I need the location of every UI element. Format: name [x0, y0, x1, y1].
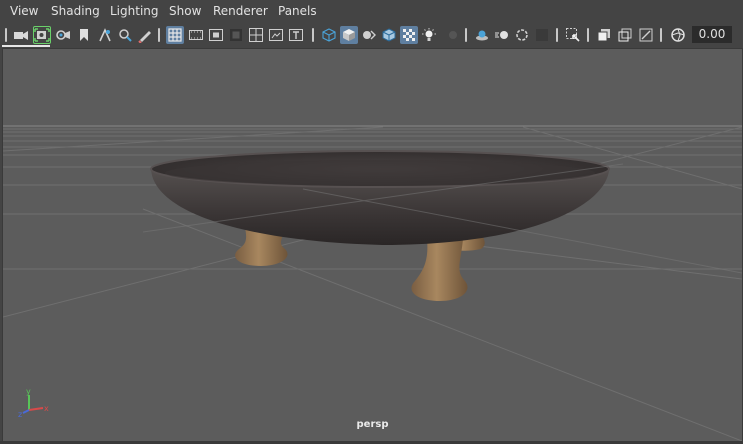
camera-name-label: persp	[356, 419, 389, 430]
panel-toolbar	[0, 24, 743, 46]
wireframe-on-shaded-icon[interactable]	[380, 26, 398, 44]
toolbar-separator	[587, 28, 589, 42]
smooth-shade-icon[interactable]	[340, 26, 358, 44]
camera-attributes-icon[interactable]	[33, 26, 51, 44]
bookmark-icon[interactable]	[75, 26, 93, 44]
image-plane-icon[interactable]	[96, 26, 114, 44]
menu-panels[interactable]: Panels	[278, 4, 317, 18]
menu-show[interactable]: Show	[169, 4, 201, 18]
gate-mask-icon[interactable]	[227, 26, 245, 44]
toolbar-separator	[5, 28, 7, 42]
safe-action-icon[interactable]	[267, 26, 285, 44]
grid-icon[interactable]	[166, 26, 184, 44]
toolbar-separator	[660, 28, 662, 42]
toolbar-separator	[465, 28, 467, 42]
toolbar-separator	[556, 28, 558, 42]
maya-viewport-panel: View Shading Lighting Show Renderer Pane…	[0, 0, 743, 444]
menu-shading[interactable]: Shading	[51, 4, 100, 18]
axis-x-label: x	[44, 404, 49, 413]
select-camera-icon[interactable]	[12, 26, 30, 44]
xray-icon[interactable]	[400, 26, 418, 44]
screen-space-ao-icon[interactable]	[473, 26, 491, 44]
motion-blur-icon[interactable]	[493, 26, 511, 44]
wireframe-icon[interactable]	[320, 26, 338, 44]
camera-lock-icon[interactable]	[54, 26, 72, 44]
resolution-gate-icon[interactable]	[207, 26, 225, 44]
xray-active-components-icon[interactable]	[616, 26, 634, 44]
multisample-aa-icon[interactable]	[513, 26, 531, 44]
isolate-select-icon[interactable]	[564, 26, 582, 44]
depth-of-field-icon[interactable]	[533, 26, 551, 44]
xray-joints-icon[interactable]	[595, 26, 613, 44]
image-plane-toggle-icon[interactable]	[637, 26, 655, 44]
axis-gizmo: y x z	[18, 387, 49, 419]
shadows-icon[interactable]	[444, 26, 462, 44]
film-gate-icon[interactable]	[187, 26, 205, 44]
exposure-value-field[interactable]	[692, 26, 732, 43]
axis-y-label: y	[26, 387, 31, 396]
menu-renderer[interactable]: Renderer	[213, 4, 268, 18]
3d-viewport[interactable]: y x z persp	[2, 48, 743, 442]
menu-view[interactable]: View	[10, 4, 38, 18]
exposure-icon[interactable]	[669, 26, 687, 44]
toolbar-separator	[158, 28, 160, 42]
pan-zoom-icon[interactable]	[116, 26, 134, 44]
panel-menu-bar: View Shading Lighting Show Renderer Pane…	[0, 0, 743, 24]
bowl-leg-right	[411, 239, 468, 301]
safe-title-icon[interactable]	[287, 26, 305, 44]
field-chart-icon[interactable]	[247, 26, 265, 44]
default-material-icon[interactable]	[360, 26, 378, 44]
grease-pencil-icon[interactable]	[136, 26, 154, 44]
axis-z-label: z	[18, 410, 22, 419]
toolbar-separator	[312, 28, 314, 42]
active-camera-underline	[2, 45, 50, 47]
scene-render: y x z	[3, 125, 742, 441]
use-all-lights-icon[interactable]	[420, 26, 438, 44]
menu-lighting[interactable]: Lighting	[110, 4, 159, 18]
